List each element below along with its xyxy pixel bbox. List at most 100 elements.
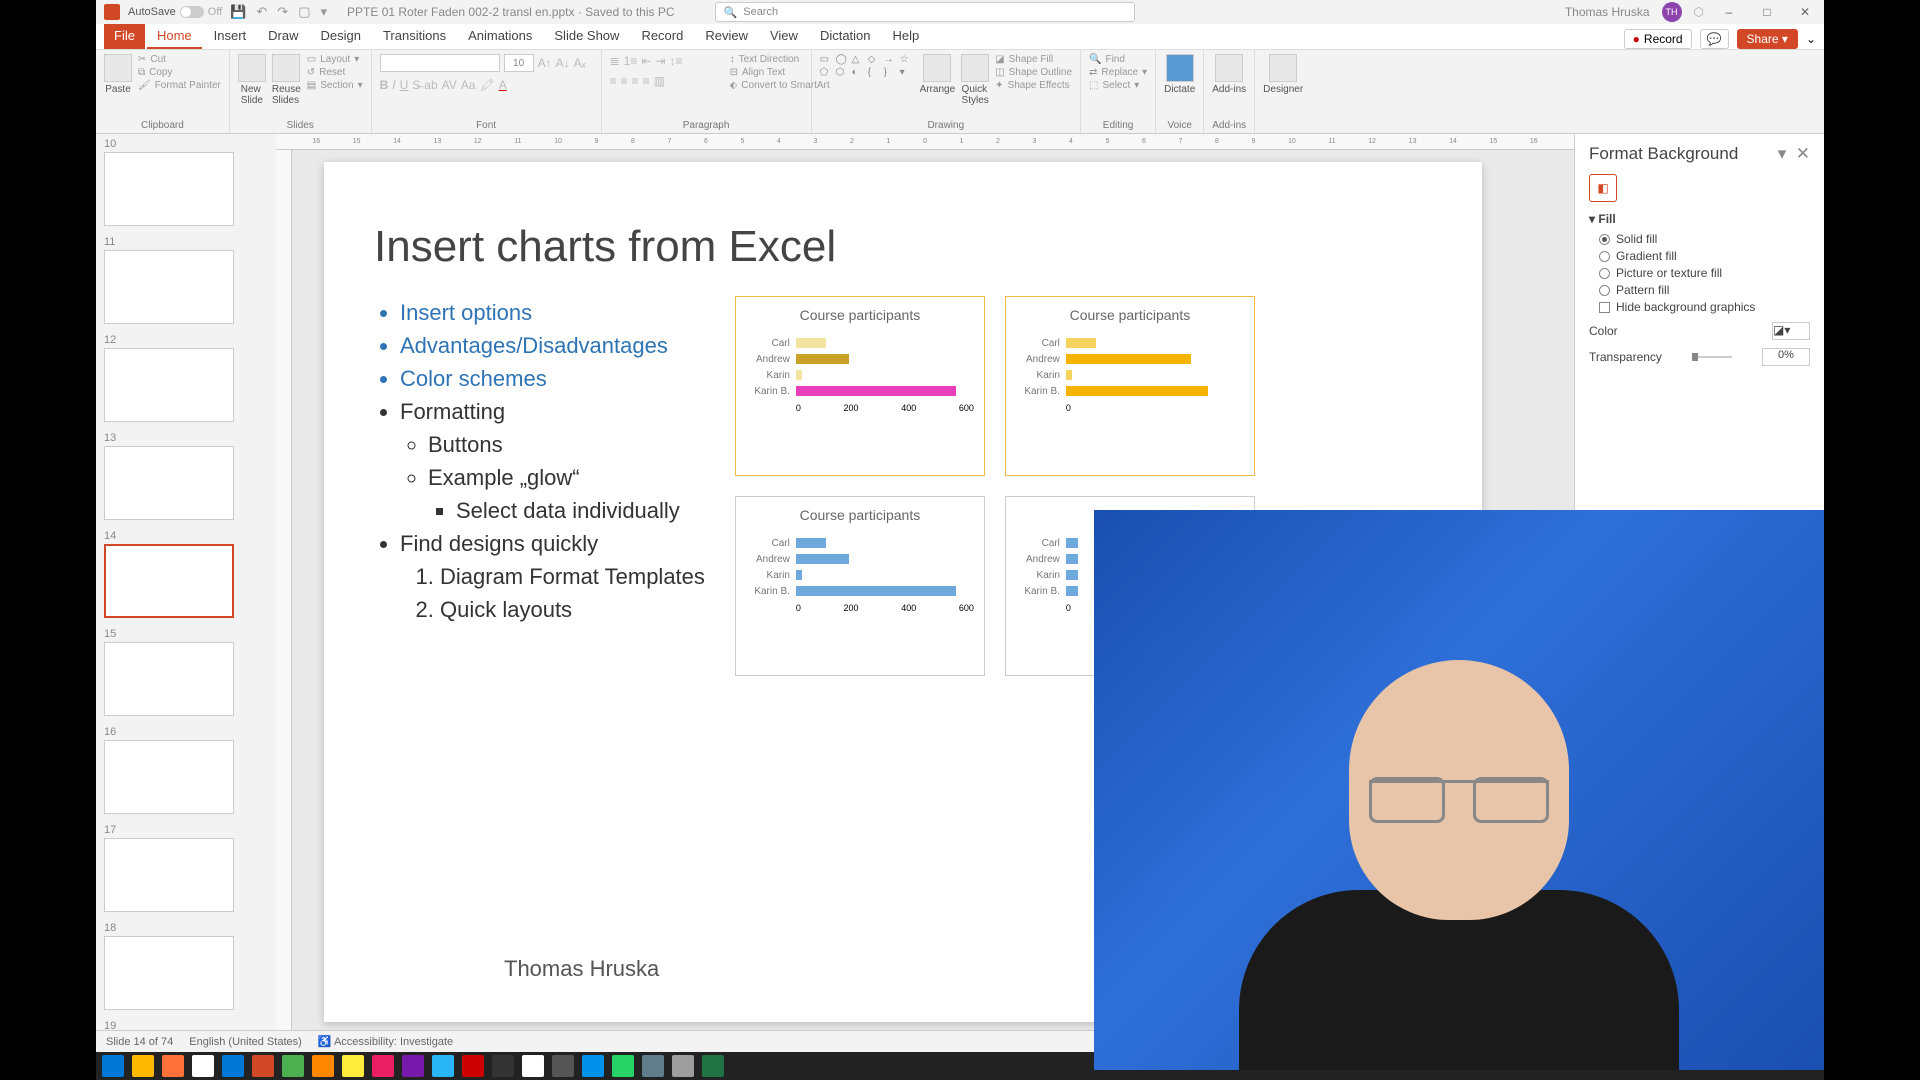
replace-button[interactable]: ⇄ Replace ▾ [1089, 67, 1147, 78]
collapse-ribbon-icon[interactable]: ⌄ [1806, 32, 1816, 46]
edge-icon[interactable] [222, 1055, 244, 1077]
tab-review[interactable]: Review [695, 24, 758, 49]
thumbnail-17[interactable]: 17 [104, 824, 268, 912]
select-button[interactable]: ⬚ Select ▾ [1089, 80, 1147, 91]
comments-icon[interactable]: 💬 [1700, 29, 1729, 49]
bold-button[interactable]: B [380, 78, 389, 92]
chart-2[interactable]: Course participantsCarlAndrewKarinKarin … [1005, 296, 1255, 476]
avatar[interactable]: TH [1662, 2, 1682, 22]
chrome-icon[interactable] [192, 1055, 214, 1077]
quick-access-toolbar[interactable]: 💾 ↶ ↷ ▢ ▾ [230, 4, 327, 20]
fill-tab-icon[interactable]: ◧ [1589, 174, 1617, 202]
pattern-fill-radio[interactable]: Pattern fill [1599, 283, 1810, 297]
app4-icon[interactable] [462, 1055, 484, 1077]
window-minimize[interactable]: – [1716, 5, 1742, 19]
tab-view[interactable]: View [760, 24, 808, 49]
shape-fill-button[interactable]: ◪ Shape Fill [995, 54, 1072, 65]
share-button[interactable]: Share ▾ [1737, 29, 1798, 49]
designer-button[interactable]: Designer [1263, 54, 1303, 95]
slide-thumbnails[interactable]: 10111213141516171819 [96, 134, 276, 1030]
tab-record[interactable]: Record [631, 24, 693, 49]
app-icon[interactable] [282, 1055, 304, 1077]
picture-fill-radio[interactable]: Picture or texture fill [1599, 266, 1810, 280]
search-input[interactable]: 🔍 Search [715, 2, 1135, 22]
thumbnail-18[interactable]: 18 [104, 922, 268, 1010]
tab-slide-show[interactable]: Slide Show [544, 24, 629, 49]
tab-draw[interactable]: Draw [258, 24, 308, 49]
pane-dropdown-icon[interactable]: ▾ [1778, 144, 1787, 163]
transparency-input[interactable]: 0% [1762, 348, 1810, 366]
copy-button[interactable]: ⧉ Copy [138, 67, 221, 78]
gradient-fill-radio[interactable]: Gradient fill [1599, 249, 1810, 263]
app5-icon[interactable] [522, 1055, 544, 1077]
fill-section[interactable]: ▾ Fill [1589, 212, 1810, 226]
app7-icon[interactable] [582, 1055, 604, 1077]
more-icon[interactable]: ▾ [320, 4, 327, 20]
find-button[interactable]: 🔍 Find [1089, 54, 1147, 65]
font-family-select[interactable] [380, 54, 500, 72]
reuse-slides-button[interactable]: Reuse Slides [272, 54, 301, 106]
start-icon[interactable] [102, 1055, 124, 1077]
thumbnail-15[interactable]: 15 [104, 628, 268, 716]
powerpoint-taskbar-icon[interactable] [252, 1055, 274, 1077]
save-icon[interactable]: 💾 [230, 4, 246, 20]
window-maximize[interactable]: □ [1754, 5, 1780, 19]
app6-icon[interactable] [552, 1055, 574, 1077]
thumbnail-12[interactable]: 12 [104, 334, 268, 422]
tab-file[interactable]: File [104, 24, 145, 49]
highlight-button[interactable]: 🖍 [479, 78, 494, 92]
underline-button[interactable]: U [400, 78, 409, 92]
reset-button[interactable]: ↺ Reset [307, 67, 363, 78]
from-beginning-icon[interactable]: ▢ [298, 4, 310, 20]
font-color-button[interactable]: A [499, 78, 507, 92]
record-button[interactable]: ●Record [1624, 29, 1692, 49]
language-status[interactable]: English (United States) [189, 1036, 302, 1048]
align-text-button[interactable]: ⊟ Align Text [730, 67, 830, 78]
tab-insert[interactable]: Insert [204, 24, 257, 49]
firefox-icon[interactable] [162, 1055, 184, 1077]
tab-animations[interactable]: Animations [458, 24, 542, 49]
shape-outline-button[interactable]: ◫ Shape Outline [995, 67, 1072, 78]
spacing-button[interactable]: AV [442, 78, 457, 92]
telegram-icon[interactable] [432, 1055, 454, 1077]
shapes-gallery[interactable]: ▭◯△◇→☆ ⬠⬡◐{}▾ [820, 54, 914, 78]
chart-1[interactable]: Course participantsCarlAndrewKarinKarin … [735, 296, 985, 476]
format-painter-button[interactable]: 🖌 Format Painter [138, 80, 221, 91]
window-close[interactable]: ✕ [1792, 5, 1818, 19]
slide-title[interactable]: Insert charts from Excel [374, 222, 1432, 272]
strike-button[interactable]: S̶ [412, 78, 420, 92]
case-button[interactable]: Aa [461, 78, 476, 92]
cut-button[interactable]: ✂ Cut [138, 54, 221, 65]
redo-icon[interactable]: ↷ [277, 4, 288, 20]
shadow-button[interactable]: ab [424, 78, 437, 92]
tab-home[interactable]: Home [147, 24, 202, 49]
dictate-button[interactable]: Dictate [1164, 54, 1195, 95]
tab-help[interactable]: Help [883, 24, 930, 49]
shape-effects-button[interactable]: ✦ Shape Effects [995, 80, 1072, 91]
quick-styles-button[interactable]: Quick Styles [961, 54, 989, 106]
obs-icon[interactable] [492, 1055, 514, 1077]
excel-icon[interactable] [702, 1055, 724, 1077]
pane-close-icon[interactable]: ✕ [1796, 144, 1810, 163]
section-button[interactable]: ▤ Section ▾ [307, 80, 363, 91]
addins-button[interactable]: Add-ins [1212, 54, 1246, 95]
paste-button[interactable]: Paste [104, 54, 132, 95]
slide-bullets[interactable]: Insert options Advantages/Disadvantages … [374, 296, 705, 676]
thumbnail-16[interactable]: 16 [104, 726, 268, 814]
slide-counter[interactable]: Slide 14 of 74 [106, 1036, 173, 1048]
arrange-button[interactable]: Arrange [920, 54, 956, 95]
thumbnail-14[interactable]: 14 [104, 530, 268, 618]
app8-icon[interactable] [642, 1055, 664, 1077]
autosave-toggle[interactable]: AutoSaveOff [128, 6, 222, 18]
app3-icon[interactable] [372, 1055, 394, 1077]
solid-fill-radio[interactable]: Solid fill [1599, 232, 1810, 246]
smartart-button[interactable]: ⬖ Convert to SmartArt [730, 80, 830, 91]
thumbnail-10[interactable]: 10 [104, 138, 268, 226]
whatsapp-icon[interactable] [612, 1055, 634, 1077]
text-direction-button[interactable]: ↕ Text Direction [730, 54, 830, 65]
tab-design[interactable]: Design [311, 24, 371, 49]
vlc-icon[interactable] [312, 1055, 334, 1077]
thumbnail-11[interactable]: 11 [104, 236, 268, 324]
font-size-select[interactable]: 10 [504, 54, 534, 72]
undo-icon[interactable]: ↶ [256, 4, 267, 20]
